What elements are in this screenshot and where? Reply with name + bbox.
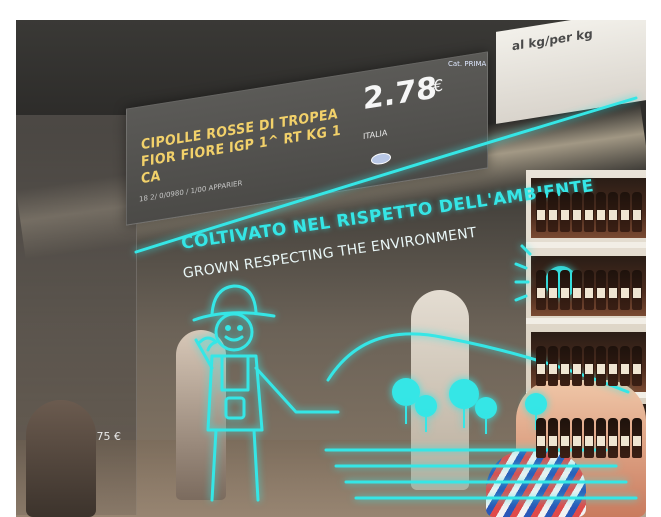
bottle-label <box>609 436 617 446</box>
wine-bottle <box>620 418 630 458</box>
wine-bottle <box>548 346 558 386</box>
bottle-label <box>549 210 557 220</box>
bottle-label <box>621 288 629 298</box>
bottle-label <box>621 364 629 374</box>
bottle-label <box>597 364 605 374</box>
wine-bottle <box>572 346 582 386</box>
farmer-face-icon <box>214 312 254 352</box>
wine-bottle <box>572 418 582 458</box>
bottle-label <box>585 210 593 220</box>
wine-bottle <box>584 270 594 310</box>
tree-icon <box>392 378 420 406</box>
wine-bottle <box>536 418 546 458</box>
wine-bottle <box>608 418 618 458</box>
wine-bottle <box>608 192 618 232</box>
bottle-label <box>561 364 569 374</box>
bottle-label <box>609 288 617 298</box>
tree-icon <box>475 397 497 419</box>
wine-bottle <box>632 192 642 232</box>
wine-bottle <box>560 192 570 232</box>
bottle-label <box>549 436 557 446</box>
wine-bottle <box>560 270 570 310</box>
bottle-label <box>621 210 629 220</box>
bottle-label <box>585 288 593 298</box>
photo-frame: 1.75 € CIPOLLE ROSSE DI TROPEA FIOR FIOR… <box>0 0 661 517</box>
bottle-label <box>537 436 545 446</box>
bottle-label <box>597 288 605 298</box>
wine-bottle <box>548 192 558 232</box>
wine-bottle <box>560 346 570 386</box>
bottle-label <box>597 210 605 220</box>
smile-icon <box>224 335 244 342</box>
bottle-label <box>609 210 617 220</box>
wine-bottle <box>572 192 582 232</box>
wine-bottle <box>548 418 558 458</box>
wine-bottle <box>536 270 546 310</box>
wine-bottle <box>596 192 606 232</box>
wine-bottle <box>584 192 594 232</box>
eye-icon <box>225 325 231 331</box>
wine-bottle <box>620 270 630 310</box>
hill-icon <box>326 332 630 394</box>
bottle-label <box>573 436 581 446</box>
tree-icon <box>449 379 479 409</box>
bottle-label <box>561 436 569 446</box>
wine-bottle <box>596 346 606 386</box>
hat-crown-icon <box>210 284 258 316</box>
wine-bottle <box>584 418 594 458</box>
bottle-label <box>633 436 641 446</box>
wine-bottle <box>596 270 606 310</box>
wine-bottle <box>536 346 546 386</box>
wine-bottle <box>560 418 570 458</box>
wine-bottle <box>632 418 642 458</box>
wine-bottle <box>632 270 642 310</box>
wine-bottle <box>548 270 558 310</box>
bottle-label <box>633 210 641 220</box>
bottle-label <box>573 210 581 220</box>
wine-bottle <box>632 346 642 386</box>
bottle-label <box>537 364 545 374</box>
bottle-label <box>573 364 581 374</box>
bottle-label <box>537 210 545 220</box>
tree-icon <box>415 395 437 417</box>
wine-bottle <box>584 346 594 386</box>
bottle-label <box>633 288 641 298</box>
farmer-arm-icon <box>254 366 340 414</box>
bottle-label <box>621 436 629 446</box>
bottle-label <box>573 288 581 298</box>
wine-bottle <box>608 270 618 310</box>
bottle-label <box>561 210 569 220</box>
bottle-label <box>549 364 557 374</box>
store-photo: 1.75 € CIPOLLE ROSSE DI TROPEA FIOR FIOR… <box>16 20 646 517</box>
wine-bottle <box>608 346 618 386</box>
bottle-label <box>597 436 605 446</box>
wine-bottle <box>536 192 546 232</box>
bottle-label <box>561 288 569 298</box>
bottle-label <box>585 436 593 446</box>
tree-icon <box>525 393 547 415</box>
wine-bottle <box>620 346 630 386</box>
wine-bottle <box>620 192 630 232</box>
bottle-label <box>585 364 593 374</box>
bottle-label <box>549 288 557 298</box>
bottle-label <box>633 364 641 374</box>
wine-bottle <box>596 418 606 458</box>
bottle-label <box>537 288 545 298</box>
wine-bottle <box>572 270 582 310</box>
eye-icon <box>237 325 243 331</box>
bottle-label <box>609 364 617 374</box>
